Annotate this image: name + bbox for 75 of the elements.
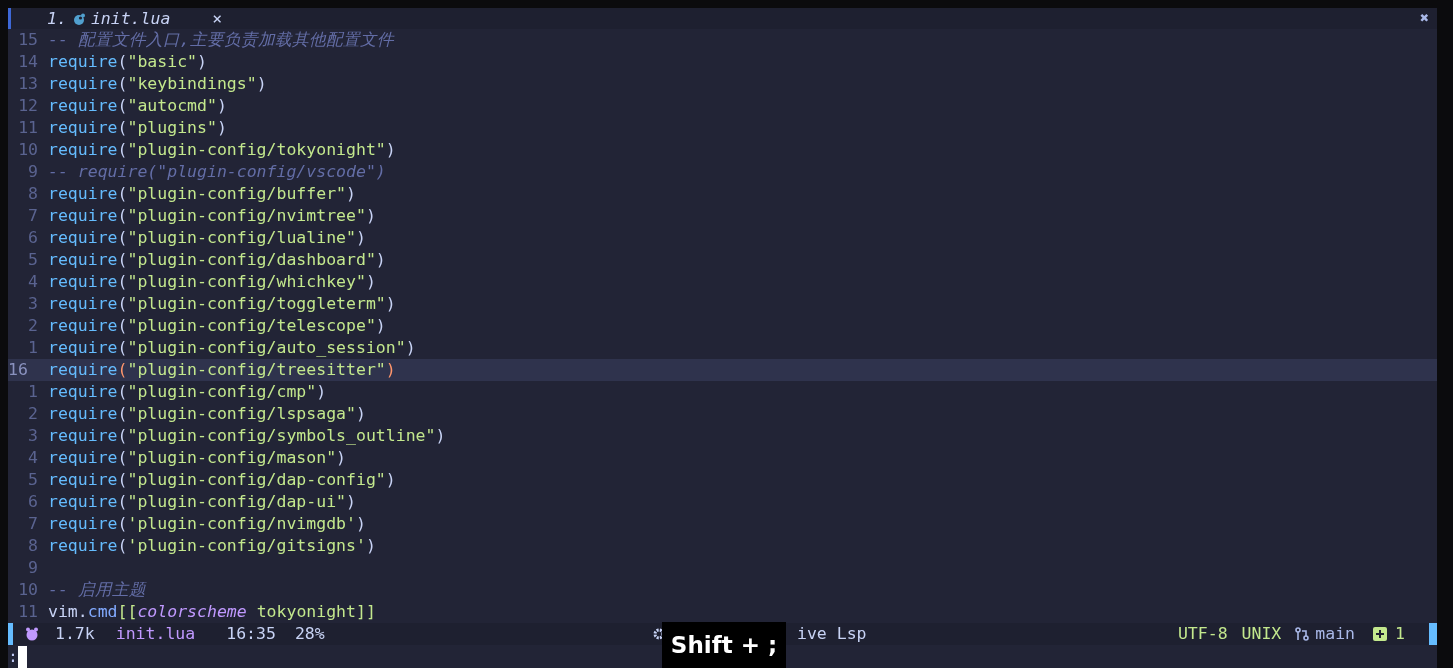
status-branch: main [1315,623,1356,645]
line-number: 1 [27,337,38,359]
scroll-indicator [1429,623,1437,645]
line-number: 1 [27,381,38,403]
line-number: 9 [27,557,38,579]
code-line: require("plugin-config/tokyonight") [48,139,396,161]
mode-indicator [8,623,13,645]
code-line: require("plugin-config/lspsaga") [48,403,366,425]
code-line: vim.cmd[[colorscheme tokyonight]] [48,601,376,623]
line-number: 2 [27,403,38,425]
file-tab[interactable]: 1. init.lua × [47,8,223,29]
text-cursor [17,645,27,668]
code-line: require("plugin-config/whichkey") [48,271,376,293]
code-line: require('plugin-config/nvimgdb') [48,513,366,535]
line-number: 14 [17,51,38,73]
code-line: require("autocmd") [48,95,227,117]
status-format: UNIX [1241,623,1282,645]
line-number: 15 [17,29,38,51]
line-number: 6 [27,491,38,513]
tab-indicator [8,8,11,29]
code-line: require("plugin-config/mason") [48,447,347,469]
line-number: 9 [27,161,38,183]
line-number: 10 [17,579,38,601]
code-line: -- require("plugin-config/vscode") [48,161,386,183]
code-line: require("plugin-config/auto_session") [48,337,416,359]
status-position: 16:35 [226,623,276,645]
code-line: require("basic") [48,51,207,73]
line-number: 3 [27,293,38,315]
status-percent: 28% [294,623,325,645]
code-line: require("plugin-config/dap-ui") [48,491,356,513]
close-tab-button[interactable]: × [212,8,223,29]
command-prompt: : [8,646,18,668]
code-line: require("plugin-config/cmp") [48,381,327,403]
line-number: 7 [27,205,38,227]
line-number: 4 [27,447,38,469]
line-number: 13 [17,73,38,95]
code-line: require("plugin-config/treesitter") [48,359,396,381]
code-line: require("plugin-config/toggleterm") [48,293,396,315]
line-number: 5 [27,469,38,491]
close-button[interactable]: ✖ [1419,8,1429,29]
line-number: 8 [27,535,38,557]
line-number: 6 [27,227,38,249]
status-encoding: UTF-8 [1177,623,1228,645]
git-branch-icon [1295,627,1310,641]
code-line: require("plugin-config/lualine") [48,227,366,249]
code-line: require("plugin-config/dap-config") [48,469,396,491]
code-line: -- 配置文件入口,主要负责加载其他配置文件 [48,29,394,51]
code-line: require("keybindings") [48,73,267,95]
bug-icon [25,627,39,641]
code-line: require("plugin-config/symbols_outline") [48,425,446,447]
line-number: 8 [27,183,38,205]
code-line: require("plugin-config/telescope") [48,315,386,337]
code-line: -- 启用主题 [48,579,146,601]
plus-square-icon [1373,627,1388,641]
lsp-status: ive Lsp [797,623,867,645]
lua-file-icon [72,12,85,25]
keystroke-overlay: Shift + ; [662,622,786,668]
code-line: require("plugin-config/nvimtree") [48,205,376,227]
line-number: 2 [27,315,38,337]
line-number: 10 [17,139,38,161]
line-number: 16 [8,359,29,381]
status-filename: init.lua [115,623,196,645]
line-number: 5 [27,249,38,271]
status-size: 1.7k [55,623,95,645]
line-number: 4 [27,271,38,293]
line-number: 7 [27,513,38,535]
line-number: 11 [17,601,38,623]
code-line: require("plugin-config/dashboard") [48,249,386,271]
line-number: 11 [17,117,38,139]
status-added: 1 [1395,623,1405,645]
code-line: require('plugin-config/gitsigns') [48,535,376,557]
line-number: 3 [27,425,38,447]
line-number: 12 [17,95,38,117]
code-line: require("plugins") [48,117,227,139]
code-line: require("plugin-config/buffer") [48,183,356,205]
